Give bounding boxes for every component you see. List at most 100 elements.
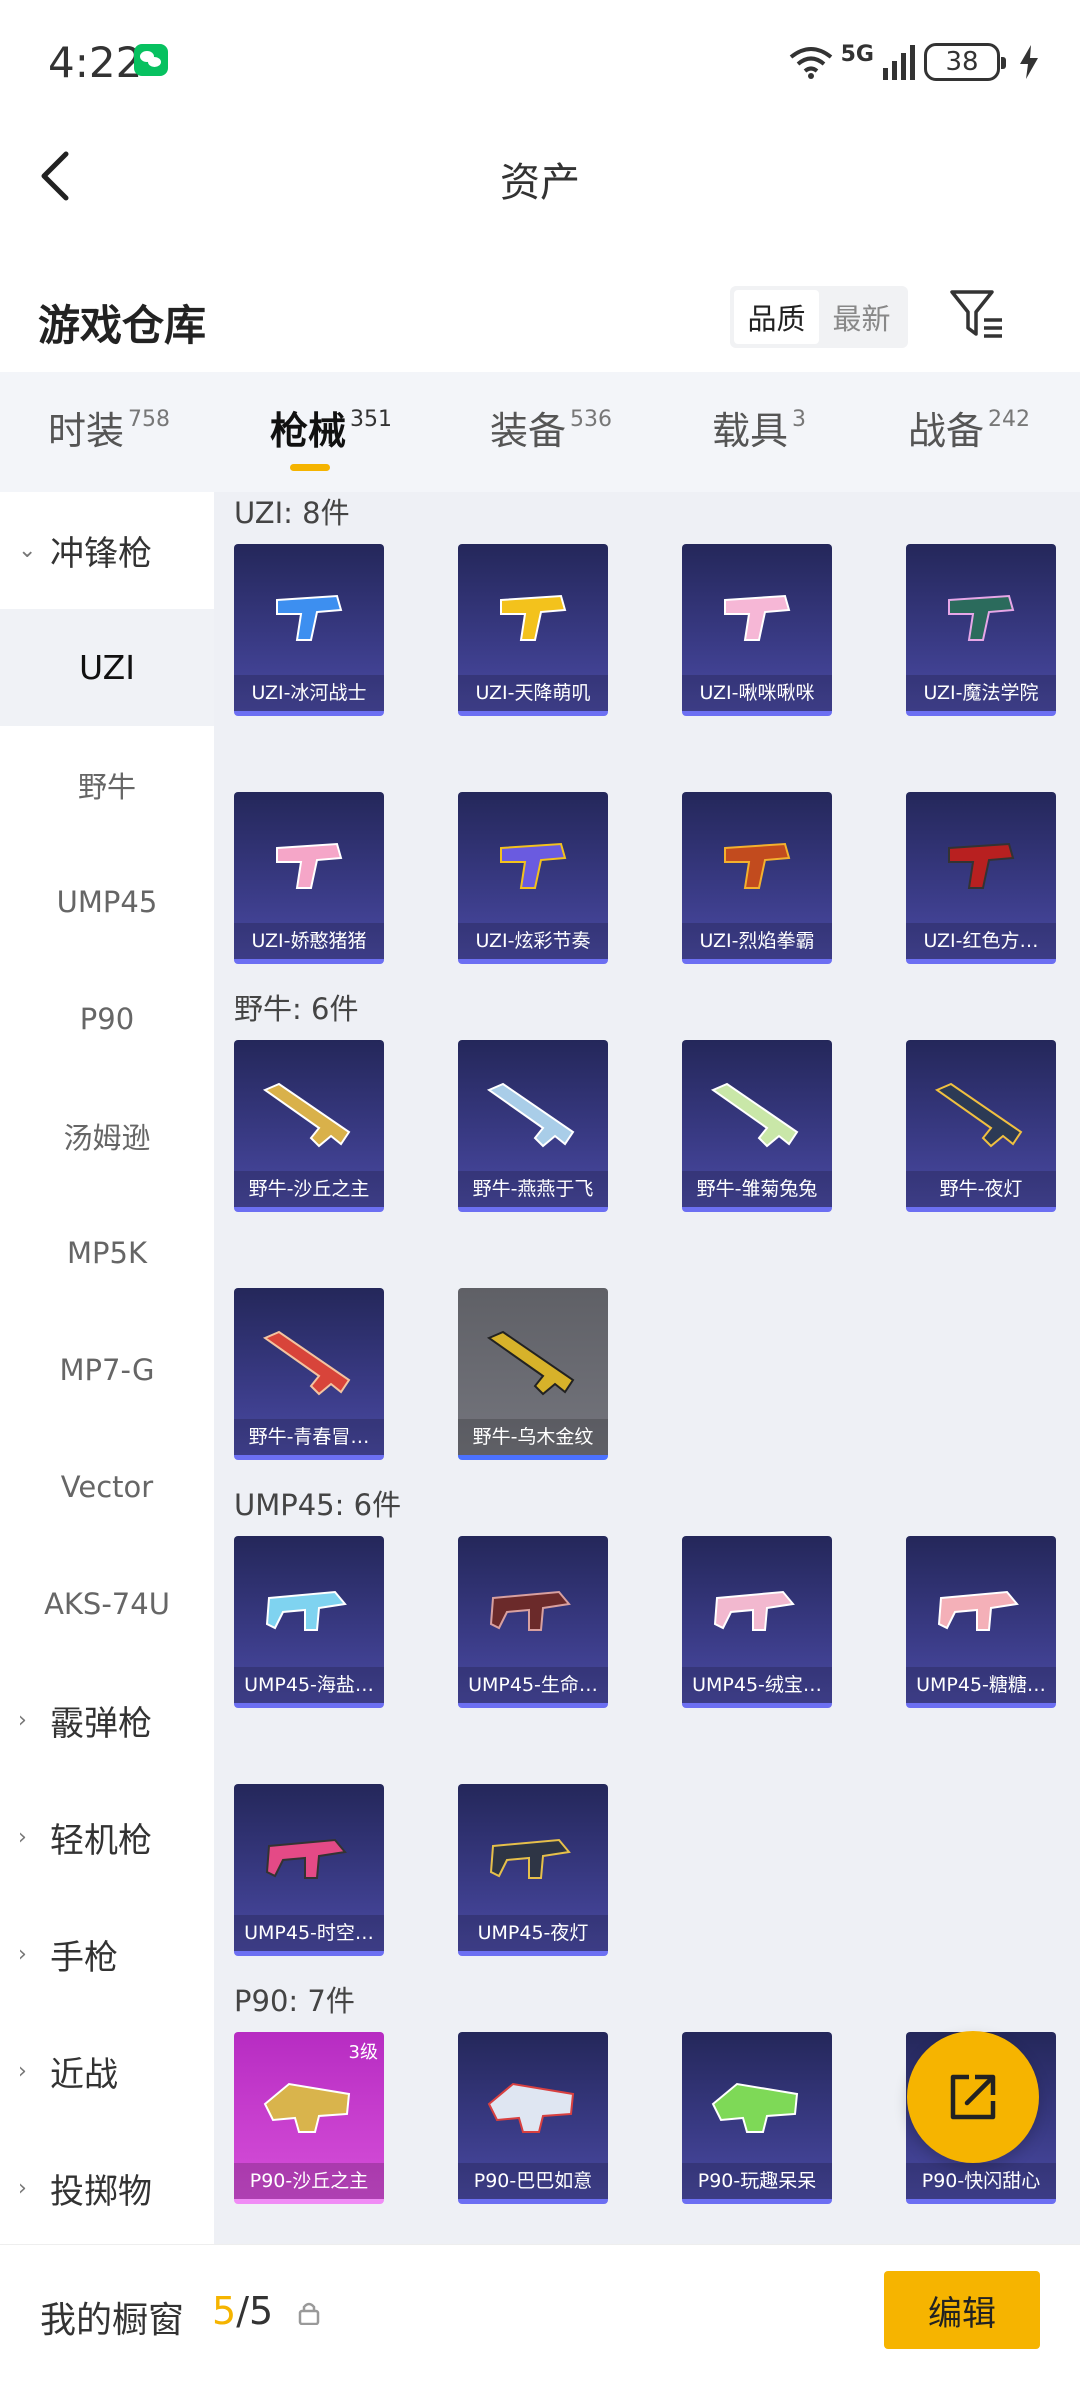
skin-card[interactable]: P90-玩趣呆呆 (682, 2032, 832, 2204)
sidebar-item-thompson[interactable]: 汤姆逊 (0, 1077, 214, 1194)
skin-card[interactable]: UMP45-夜灯 (458, 1784, 608, 1956)
skin-name: 野牛-夜灯 (906, 1171, 1056, 1207)
sidebar-item-ump45[interactable]: UMP45 (0, 843, 214, 960)
sort-newest-button[interactable]: 最新 (819, 290, 904, 344)
weapon-image-icon (276, 842, 343, 889)
skin-name: UMP45-糖糖… (906, 1667, 1056, 1703)
tab-label: 载具 (712, 409, 789, 453)
skin-card[interactable]: UMP45-时空… (234, 1784, 384, 1956)
skin-card[interactable]: UMP45-绒宝… (682, 1536, 832, 1708)
sidebar-item-mp5k[interactable]: MP5K (0, 1194, 214, 1311)
tab-count: 536 (570, 407, 613, 432)
tab-vehicles[interactable]: 载具 3 (712, 400, 806, 455)
tab-firearms[interactable]: 枪械 351 (270, 400, 392, 455)
weapon-image-icon (276, 594, 343, 641)
lock-icon (298, 2302, 320, 2325)
skin-card[interactable]: 野牛-雏菊兔兔 (682, 1040, 832, 1212)
weapon-image-icon (948, 594, 1015, 641)
sidebar-group-lmg[interactable]: › 轻机枪 (0, 1779, 214, 1896)
skin-card[interactable]: UMP45-糖糖… (906, 1536, 1056, 1708)
weapon-image-icon (262, 1082, 351, 1148)
skin-name: UZI-天降萌叽 (458, 675, 608, 711)
tab-count: 3 (792, 407, 807, 432)
sidebar-item-bizon[interactable]: 野牛 (0, 726, 214, 843)
sidebar-item-aks74u[interactable]: AKS-74U (0, 1545, 214, 1662)
weapon-image-icon (724, 842, 791, 889)
skin-card[interactable]: 野牛-燕燕于飞 (458, 1040, 608, 1212)
skin-card[interactable]: UMP45-生命… (458, 1536, 608, 1708)
skin-name: UMP45-生命… (458, 1667, 608, 1703)
sidebar-group-melee[interactable]: › 近战 (0, 2013, 214, 2130)
tab-label: 枪械 (270, 409, 347, 453)
sidebar-item-mp7g[interactable]: MP7-G (0, 1311, 214, 1428)
skin-card[interactable]: 野牛-青春冒… (234, 1288, 384, 1460)
skin-card[interactable]: P90-巴巴如意 (458, 2032, 608, 2204)
weapon-image-icon (500, 842, 567, 889)
tab-outfits[interactable]: 时装 758 (48, 400, 170, 455)
tab-equipment[interactable]: 装备 536 (490, 400, 612, 455)
skin-name: UZI-烈焰拳霸 (682, 923, 832, 959)
page-title: 资产 (500, 160, 580, 206)
warehouse-header: 游戏仓库 品质 最新 (0, 270, 1080, 370)
weapon-image-icon (934, 1082, 1023, 1148)
group-title-ump45: UMP45: 6件 (234, 1488, 402, 1522)
sidebar-group-throwable[interactable]: › 投掷物 (0, 2130, 214, 2247)
tab-label: 战备 (908, 409, 985, 453)
showcase-total: /5 (236, 2289, 274, 2333)
skin-name: 野牛-燕燕于飞 (458, 1171, 608, 1207)
skin-card[interactable]: 野牛-夜灯 (906, 1040, 1056, 1212)
showcase-current: 5 (212, 2289, 237, 2333)
skin-card[interactable]: UZI-娇憨猪猪 (234, 792, 384, 964)
weapon-image-icon (937, 1590, 1019, 1631)
skin-card[interactable]: UZI-魔法学院 (906, 544, 1056, 716)
status-bar: 4:22 5G 38 (0, 0, 1080, 120)
skin-name: UZI-啾咪啾咪 (682, 675, 832, 711)
sidebar-item-vector[interactable]: Vector (0, 1428, 214, 1545)
weapon-image-icon (262, 1330, 351, 1396)
skin-card[interactable]: 野牛-乌木金纹 (458, 1288, 608, 1460)
skin-card[interactable]: UZI-炫彩节奏 (458, 792, 608, 964)
sidebar-item-uzi[interactable]: UZI (0, 609, 214, 726)
skin-card[interactable]: 3级 P90-沙丘之主 (234, 2032, 384, 2204)
skin-name: 野牛-雏菊兔兔 (682, 1171, 832, 1207)
wifi-icon (789, 47, 832, 79)
weapon-skin-grid: UZI: 8件 UZI-冰河战士 UZI-天降萌叽 UZI-啾咪啾咪 UZI-魔… (214, 492, 1080, 2244)
sidebar-item-p90[interactable]: P90 (0, 960, 214, 1077)
weapon-image-icon (710, 1082, 799, 1148)
filter-icon[interactable] (948, 286, 1006, 344)
share-button[interactable] (907, 2031, 1039, 2163)
sort-quality-button[interactable]: 品质 (734, 290, 819, 344)
group-title-bizon: 野牛: 6件 (234, 992, 359, 1026)
skin-card[interactable]: UZI-烈焰拳霸 (682, 792, 832, 964)
sidebar-group-label: 近战 (50, 2055, 118, 2095)
weapon-image-icon (724, 594, 791, 641)
sidebar-group-shotgun[interactable]: › 霰弹枪 (0, 1662, 214, 1779)
skin-name: 野牛-沙丘之主 (234, 1171, 384, 1207)
chevron-down-icon: ⌄ (18, 538, 37, 563)
skin-name: UZI-炫彩节奏 (458, 923, 608, 959)
skin-card[interactable]: UZI-天降萌叽 (458, 544, 608, 716)
skin-card[interactable]: UMP45-海盐… (234, 1536, 384, 1708)
section-title: 游戏仓库 (38, 301, 207, 350)
skin-name: UZI-红色方… (906, 923, 1056, 959)
battery-level: 38 (945, 47, 979, 77)
sidebar-group-pistol[interactable]: › 手枪 (0, 1896, 214, 2013)
sidebar-group-label: 霰弹枪 (50, 1704, 152, 1744)
showcase-count: 5/5 (212, 2289, 273, 2333)
skin-card[interactable]: UZI-红色方… (906, 792, 1056, 964)
skin-name: UMP45-时空… (234, 1915, 384, 1951)
tab-combat-supplies[interactable]: 战备 242 (908, 400, 1030, 455)
chevron-right-icon: › (18, 1942, 27, 1967)
edit-button[interactable]: 编辑 (884, 2271, 1040, 2349)
skin-card[interactable]: 野牛-沙丘之主 (234, 1040, 384, 1212)
skin-card[interactable]: UZI-冰河战士 (234, 544, 384, 716)
sidebar-group-smg[interactable]: ⌄ 冲锋枪 (0, 492, 214, 609)
weapon-image-icon (711, 2082, 799, 2133)
weapon-image-icon (500, 594, 567, 641)
charging-icon (1020, 45, 1038, 79)
skin-name: UZI-魔法学院 (906, 675, 1056, 711)
tab-label: 时装 (48, 409, 125, 453)
sidebar-group-label: 投掷物 (50, 2172, 152, 2212)
tab-label: 装备 (490, 409, 567, 453)
skin-card[interactable]: UZI-啾咪啾咪 (682, 544, 832, 716)
